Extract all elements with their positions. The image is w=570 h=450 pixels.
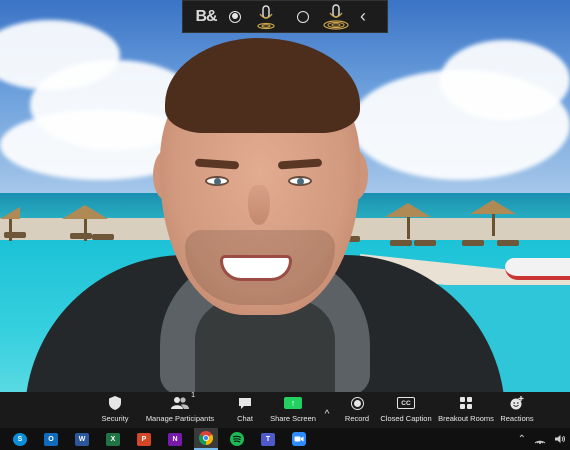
teams-icon: T	[261, 432, 275, 446]
taskbar-excel[interactable]: X	[101, 428, 125, 450]
app-logo: B&	[195, 7, 217, 25]
record-button[interactable]: Record	[342, 392, 372, 428]
spotify-icon	[230, 432, 244, 446]
video-toggle[interactable]	[221, 10, 249, 23]
umbrella	[470, 200, 516, 236]
share-screen-label: Share Screen	[270, 414, 316, 423]
smile	[220, 255, 292, 281]
umbrella	[385, 203, 431, 239]
chevron-left-icon: ‹	[360, 6, 366, 26]
cloud	[440, 40, 570, 120]
lounge-chair	[4, 232, 26, 238]
manage-participants-label: Manage Participants	[145, 414, 215, 423]
zoom-icon	[292, 432, 306, 446]
reactions-label: Reactions	[500, 414, 534, 423]
meeting-toolbar: Security 1 Manage Participants Chat ↑ Sh…	[0, 392, 570, 428]
audio-settings-button[interactable]	[317, 2, 355, 32]
security-button[interactable]: Security	[98, 392, 132, 428]
floating-meeting-controls: B& ‹	[182, 0, 388, 33]
closed-caption-label: Closed Caption	[380, 414, 432, 423]
emoji-plus-icon	[510, 395, 524, 411]
microphone-icon	[257, 4, 275, 29]
microphone-active-icon	[323, 3, 349, 30]
record-icon	[350, 395, 364, 411]
reactions-button[interactable]: Reactions	[499, 392, 535, 428]
taskbar-spotify[interactable]	[225, 428, 249, 450]
taskbar-outlook[interactable]: O	[39, 428, 63, 450]
taskbar-skype[interactable]: S	[8, 428, 32, 450]
lounge-chair	[92, 234, 114, 240]
taskbar-onenote[interactable]: N	[163, 428, 187, 450]
taskbar-chrome[interactable]	[194, 428, 218, 450]
collapse-button[interactable]: ‹	[355, 6, 371, 27]
powerpoint-icon: P	[137, 432, 151, 446]
chat-label: Chat	[237, 414, 253, 423]
security-label: Security	[101, 414, 129, 423]
manage-participants-button[interactable]: 1 Manage Participants	[140, 392, 220, 428]
lounge-chair	[390, 240, 412, 246]
lounge-chair	[414, 240, 436, 246]
share-options-button[interactable]: ^	[320, 392, 334, 428]
onenote-icon: N	[168, 432, 182, 446]
taskbar-zoom[interactable]	[287, 428, 311, 450]
share-screen-icon: ↑	[284, 395, 302, 411]
taskbar-teams[interactable]: T	[256, 428, 280, 450]
participants-icon: 1	[171, 392, 195, 411]
chat-button[interactable]: Chat	[232, 392, 258, 428]
lounge-chair	[497, 240, 519, 246]
camera-toggle[interactable]	[289, 10, 317, 23]
windows-taskbar: S O W X P N T ⌃	[0, 428, 570, 450]
chat-bubble-icon	[238, 395, 252, 411]
speaker-icon[interactable]	[554, 434, 566, 444]
skype-icon: S	[13, 432, 27, 446]
breakout-rooms-button[interactable]: Breakout Rooms	[437, 392, 495, 428]
participant-count: 1	[191, 392, 195, 399]
taskbar-word[interactable]: W	[70, 428, 94, 450]
chevron-up-icon: ^	[324, 408, 330, 420]
nose	[248, 185, 270, 225]
microphone-button[interactable]	[249, 2, 283, 32]
radio-selected-icon	[229, 10, 241, 23]
breakout-rooms-label: Breakout Rooms	[438, 414, 494, 423]
video-feed	[0, 0, 570, 392]
network-icon[interactable]	[534, 434, 546, 444]
chevron-up-icon[interactable]: ⌃	[518, 434, 526, 445]
chrome-icon	[199, 431, 213, 445]
eye	[205, 176, 229, 186]
excel-icon: X	[106, 432, 120, 446]
closed-caption-button[interactable]: CC Closed Caption	[380, 392, 432, 428]
record-label: Record	[344, 414, 370, 423]
lounge-chair	[70, 233, 92, 239]
taskbar-powerpoint[interactable]: P	[132, 428, 156, 450]
boat	[505, 258, 570, 280]
word-icon: W	[75, 432, 89, 446]
lounge-chair	[462, 240, 484, 246]
outlook-icon: O	[44, 432, 58, 446]
breakout-rooms-icon	[460, 395, 472, 411]
system-tray: ⌃	[518, 428, 566, 450]
eye	[288, 176, 312, 186]
shield-icon	[109, 395, 121, 411]
share-screen-button[interactable]: ↑ Share Screen	[270, 392, 316, 428]
cc-icon: CC	[397, 395, 415, 411]
radio-unselected-icon	[297, 10, 309, 23]
